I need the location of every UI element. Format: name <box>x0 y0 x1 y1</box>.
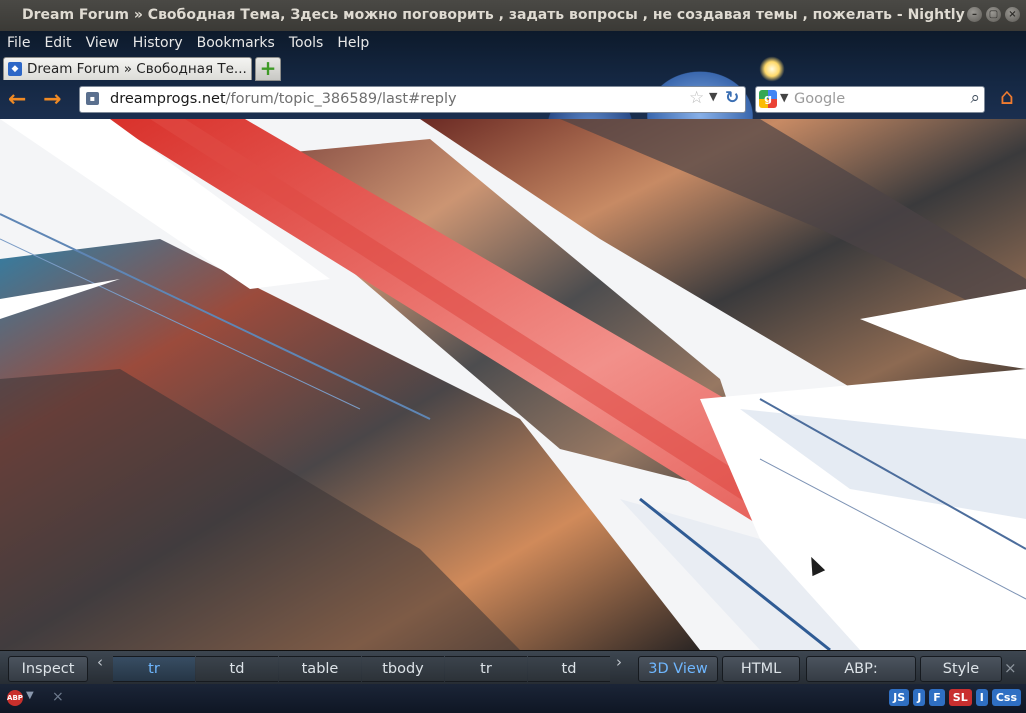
tilt-3d-view[interactable] <box>0 119 1026 650</box>
breadcrumb-item-tr[interactable]: tr <box>113 656 195 682</box>
url-host: dreamprogs.net <box>110 91 226 107</box>
breadcrumb-scroll-right-icon[interactable]: › <box>616 653 622 671</box>
3d-page-render <box>0 119 1026 650</box>
minimize-button[interactable]: – <box>967 7 982 22</box>
f-addon-badge[interactable]: F <box>929 689 945 706</box>
window-controls: – ▢ × <box>967 7 1020 22</box>
back-button[interactable]: ← <box>8 87 26 112</box>
close-window-button[interactable]: × <box>1005 7 1020 22</box>
site-favicon-icon: ◆ <box>8 62 22 76</box>
url-dropdown-icon[interactable]: ▼ <box>709 90 717 103</box>
html-button[interactable]: HTML <box>722 656 800 682</box>
addon-badges: JS J F SL I Css <box>889 689 1021 706</box>
breadcrumb-item-tr[interactable]: tr <box>445 656 527 682</box>
adblock-dropdown-icon[interactable]: ▼ <box>26 690 34 701</box>
forward-button[interactable]: → <box>43 87 61 112</box>
breadcrumb: tr td table tbody tr td <box>90 656 630 682</box>
adblock-plus-icon[interactable]: ABP <box>7 690 23 706</box>
inspect-button[interactable]: Inspect <box>8 656 88 682</box>
browser-chrome: File Edit View History Bookmarks Tools H… <box>0 31 1026 119</box>
breadcrumb-item-td[interactable]: td <box>528 656 610 682</box>
site-identity-icon[interactable]: ▪ <box>86 92 99 105</box>
j-addon-badge[interactable]: J <box>913 689 926 706</box>
tab-label: Dream Forum » Свободная Те... <box>27 61 247 77</box>
search-bar[interactable]: g ▼ Google ⌕ <box>755 86 985 113</box>
js-addon-badge[interactable]: JS <box>889 689 910 706</box>
window-titlebar: Dream Forum » Свободная Тема, Здесь можн… <box>0 0 1026 31</box>
close-addon-bar-icon[interactable]: × <box>52 689 64 705</box>
url-text[interactable]: dreamprogs.net/forum/topic_386589/last#r… <box>110 91 457 107</box>
addon-bar: ABP ▼ × JS J F SL I Css <box>0 684 1026 713</box>
breadcrumb-item-table[interactable]: table <box>279 656 361 682</box>
maximize-button[interactable]: ▢ <box>986 7 1001 22</box>
css-addon-badge[interactable]: Css <box>991 689 1021 706</box>
menubar: File Edit View History Bookmarks Tools H… <box>0 31 376 55</box>
breadcrumb-item-td[interactable]: td <box>196 656 278 682</box>
google-engine-icon[interactable]: g <box>759 90 777 108</box>
home-icon[interactable]: ⌂ <box>995 86 1019 110</box>
tab-dream-forum[interactable]: ◆ Dream Forum » Свободная Те... <box>3 57 252 80</box>
window-title: Dream Forum » Свободная Тема, Здесь можн… <box>22 7 965 23</box>
engine-dropdown-icon[interactable]: ▼ <box>780 91 788 104</box>
search-icon[interactable]: ⌕ <box>970 88 980 108</box>
close-inspector-icon[interactable]: × <box>1004 659 1017 677</box>
inspector-toolbar: Inspect ‹ tr td table tbody tr td › 3D V… <box>0 650 1026 701</box>
i-addon-badge[interactable]: I <box>975 689 988 706</box>
menu-bookmarks[interactable]: Bookmarks <box>190 31 282 55</box>
style-button[interactable]: Style <box>920 656 1002 682</box>
menu-help[interactable]: Help <box>330 31 376 55</box>
menu-tools[interactable]: Tools <box>282 31 331 55</box>
menu-edit[interactable]: Edit <box>37 31 78 55</box>
url-bar[interactable]: ▪ dreamprogs.net/forum/topic_386589/last… <box>79 86 746 113</box>
menu-file[interactable]: File <box>0 31 37 55</box>
menu-history[interactable]: History <box>126 31 190 55</box>
reload-icon[interactable]: ↻ <box>725 88 739 108</box>
breadcrumb-item-tbody[interactable]: tbody <box>362 656 444 682</box>
bookmark-star-icon[interactable]: ☆ <box>689 88 704 108</box>
navigation-toolbar: ← → ▪ dreamprogs.net/forum/topic_386589/… <box>0 80 1026 118</box>
url-path: /forum/topic_386589/last#reply <box>225 91 457 107</box>
menu-view[interactable]: View <box>79 31 126 55</box>
new-tab-button[interactable]: + <box>255 57 281 81</box>
abp-hide-button[interactable]: ABP: Спрятать <box>806 656 916 701</box>
3d-view-button[interactable]: 3D View <box>638 656 718 682</box>
search-input[interactable]: Google <box>794 91 845 107</box>
sl-addon-badge[interactable]: SL <box>948 689 972 706</box>
